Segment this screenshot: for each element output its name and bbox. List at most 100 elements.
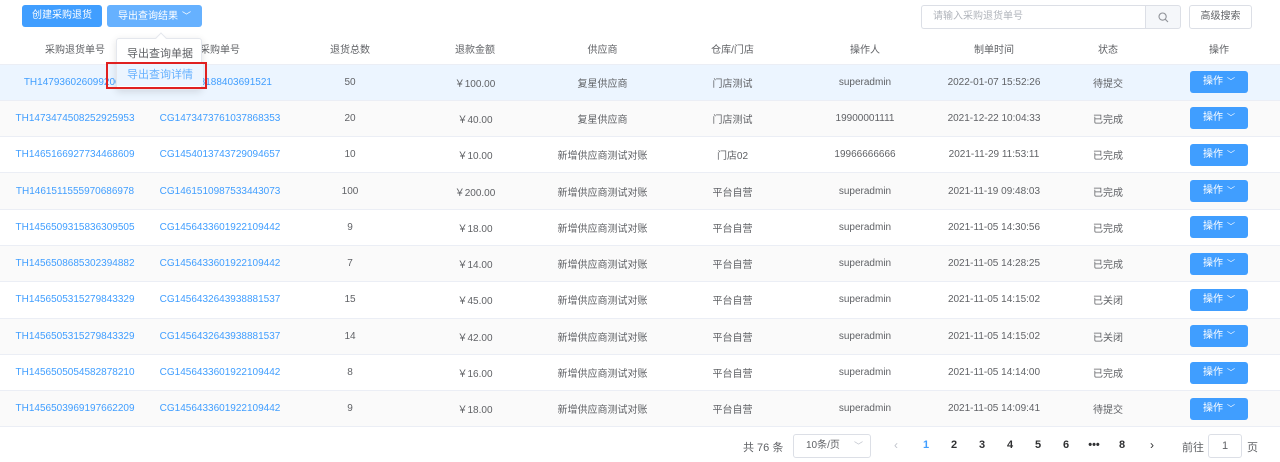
- chevron-down-icon: ﹀: [1227, 113, 1235, 123]
- row-action-button[interactable]: 操作 ﹀: [1190, 252, 1248, 275]
- header-action: 操作: [1158, 34, 1280, 65]
- amount-cell: ￥45.00: [457, 296, 493, 308]
- supplier-cell: 新增供应商测试对账: [557, 260, 648, 272]
- return-no-link[interactable]: TH1473474508252925953: [16, 113, 135, 124]
- search-button[interactable]: [1145, 5, 1181, 29]
- page-6[interactable]: 6: [1056, 439, 1076, 451]
- operator-cell: 19966666666: [834, 149, 896, 161]
- return-no-cell: TH1465166927734468609: [0, 136, 150, 174]
- time-cell: 2021-11-05 14:15:02: [947, 330, 1041, 342]
- row-action-button[interactable]: 操作 ﹀: [1190, 361, 1248, 384]
- po-no-link[interactable]: CG1454013743729094657: [160, 149, 281, 160]
- qty-cell: 7: [347, 258, 353, 270]
- status-cell: 待提交: [1058, 64, 1158, 101]
- time-cell: 2021-11-05 14:30:56: [947, 221, 1041, 233]
- row-action-button[interactable]: 操作 ﹀: [1190, 71, 1248, 94]
- status-cell: 已完成: [1058, 245, 1158, 283]
- next-page-icon[interactable]: ›: [1144, 438, 1160, 452]
- return-no-link[interactable]: TH1456505315279843329: [16, 294, 135, 305]
- po-no-link[interactable]: CG1461510987533443073: [160, 186, 281, 197]
- status-cell: 已完成: [1058, 354, 1158, 392]
- po-no-link[interactable]: CG1456432643938881537: [160, 331, 281, 342]
- prev-page-icon[interactable]: ‹: [888, 438, 904, 452]
- header-status: 状态: [1058, 34, 1158, 65]
- supplier-cell: 新增供应商测试对账: [540, 209, 665, 246]
- amount-cell: ￥18.00: [457, 405, 493, 417]
- po-no-link[interactable]: CG1456433601922109442: [160, 403, 281, 414]
- time-cell: 2021-11-19 09:48:03: [930, 172, 1058, 210]
- po-no-link[interactable]: CG1456433601922109442: [160, 222, 281, 233]
- store-cell: 门店02: [665, 136, 800, 174]
- page-5[interactable]: 5: [1028, 439, 1048, 451]
- page-8[interactable]: 8: [1112, 439, 1132, 451]
- page-4[interactable]: 4: [1000, 439, 1020, 451]
- row-action-button[interactable]: 操作 ﹀: [1190, 216, 1248, 239]
- amount-cell: ￥14.00: [457, 260, 493, 272]
- po-no-link[interactable]: CG1456433601922109442: [160, 258, 281, 269]
- advanced-search-button[interactable]: 高级搜索: [1189, 5, 1252, 29]
- page-ellipsis[interactable]: •••: [1084, 439, 1104, 451]
- qty-cell: 8: [347, 367, 353, 379]
- page-size-select[interactable]: 10条/页 ﹀: [793, 434, 871, 458]
- return-no-cell: TH1456509315836309505: [0, 209, 150, 246]
- chevron-down-icon: ﹀: [1227, 149, 1235, 159]
- po-no-cell: CG1456433601922109442: [150, 390, 290, 428]
- po-no-cell: CG1456432643938881537: [150, 318, 290, 355]
- po-no-link[interactable]: CG1473473761037868353: [160, 113, 281, 124]
- time-cell: 2021-11-05 14:30:56: [930, 209, 1058, 246]
- status-cell: 已完成: [1093, 114, 1123, 126]
- page-3[interactable]: 3: [972, 439, 992, 451]
- supplier-cell: 新增供应商测试对账: [540, 354, 665, 392]
- return-no-link[interactable]: TH1456508685302394882: [16, 258, 135, 269]
- operator-cell: superadmin: [838, 403, 892, 415]
- supplier-cell: 新增供应商测试对账: [557, 223, 648, 235]
- status-cell: 已完成: [1058, 209, 1158, 246]
- return-no-link[interactable]: TH1456509315836309505: [16, 222, 135, 233]
- page-2[interactable]: 2: [944, 439, 964, 451]
- goto-unit-label: 页: [1247, 442, 1258, 454]
- supplier-cell: 新增供应商测试对账: [557, 369, 648, 381]
- search-input[interactable]: 请输入采购退货单号: [921, 5, 1145, 29]
- highlight-annotation-box: [106, 62, 207, 89]
- chevron-down-icon: ﹀: [1227, 403, 1235, 413]
- po-no-link[interactable]: CG1456433601922109442: [160, 367, 281, 378]
- amount-cell: ￥16.00: [410, 354, 540, 392]
- status-cell: 已完成: [1093, 260, 1123, 272]
- time-cell: 2021-11-05 14:15:02: [947, 294, 1041, 306]
- store-cell: 门店测试: [712, 114, 753, 126]
- operator-cell: superadmin: [838, 367, 892, 379]
- qty-cell: 8: [290, 354, 410, 392]
- amount-cell: ￥40.00: [410, 100, 540, 138]
- row-action-button[interactable]: 操作 ﹀: [1190, 107, 1248, 130]
- export-results-button[interactable]: 导出查询结果 ﹀: [107, 5, 202, 27]
- create-purchase-return-button[interactable]: 创建采购退货: [22, 5, 102, 27]
- goto-page-input[interactable]: 1: [1208, 434, 1242, 458]
- row-action-button[interactable]: 操作 ﹀: [1190, 397, 1248, 420]
- store-cell: 门店02: [716, 151, 749, 163]
- row-action-button[interactable]: 操作 ﹀: [1190, 143, 1248, 166]
- store-cell: 平台自营: [665, 354, 800, 392]
- supplier-cell: 新增供应商测试对账: [540, 390, 665, 428]
- action-cell: 操作 ﹀: [1158, 64, 1280, 101]
- return-no-link[interactable]: TH1456505315279843329: [16, 331, 135, 342]
- row-action-label: 操作: [1203, 185, 1223, 197]
- row-action-button[interactable]: 操作 ﹀: [1190, 180, 1248, 203]
- return-no-link[interactable]: TH1461511555970686978: [16, 186, 134, 197]
- status-cell: 已关闭: [1058, 281, 1158, 319]
- po-no-link[interactable]: CG1456432643938881537: [160, 294, 281, 305]
- time-cell: 2021-11-05 14:09:41: [930, 390, 1058, 428]
- table-row: TH1456509315836309505 CG14564336019221094…: [0, 209, 1280, 246]
- row-action-button[interactable]: 操作 ﹀: [1190, 325, 1248, 348]
- return-no-link[interactable]: TH1465166927734468609: [16, 149, 135, 160]
- return-no-link[interactable]: TH1456505054582878210: [16, 367, 135, 378]
- return-no-link[interactable]: TH1456503969197662209: [16, 403, 135, 414]
- row-action-label: 操作: [1203, 112, 1223, 124]
- pagination: 共 76 条 10条/页 ﹀ ‹ 1 2 3 4 5 6 ••• 8 › 前往 …: [0, 434, 1280, 458]
- page-1[interactable]: 1: [916, 439, 936, 451]
- time-cell: 2021-12-22 10:04:33: [947, 112, 1041, 124]
- qty-cell: 20: [290, 100, 410, 138]
- po-no-cell: CG1456433601922109442: [150, 354, 290, 392]
- return-no-cell: TH1461511555970686978: [0, 172, 150, 210]
- supplier-cell: 新增供应商测试对账: [540, 281, 665, 319]
- row-action-button[interactable]: 操作 ﹀: [1190, 288, 1248, 311]
